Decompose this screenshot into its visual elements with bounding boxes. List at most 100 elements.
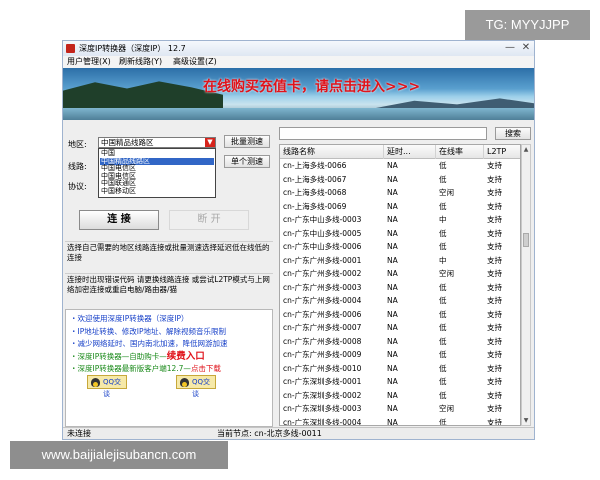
promo-banner[interactable]: 在线购买充值卡，请点击进入>>>: [63, 68, 534, 120]
table-row[interactable]: cn-广东广州多线-0006 NA 低 支持: [280, 308, 520, 322]
banner-buy-link[interactable]: 在线购买充值卡，请点击进入>>>: [203, 78, 420, 96]
table-row[interactable]: cn-广东广州多线-0001 NA 中 支持: [280, 254, 520, 268]
menu-bar: 用户管理(X) 刷新线路(Y) 高级设置(Z): [63, 56, 534, 68]
dropdown-option[interactable]: 中国移动区: [100, 187, 214, 196]
cell-l2tp: 支持: [487, 336, 502, 346]
cell-l2tp: 支持: [487, 323, 502, 332]
info-line: ・减少网络延时、国内南北加速，降低网游加速: [70, 339, 228, 348]
table-scrollbar[interactable]: ▲ ▼: [521, 144, 531, 426]
cell-online-rate: 低: [439, 174, 447, 184]
menu-user-management[interactable]: 用户管理(X): [67, 57, 111, 67]
column-header-latency[interactable]: 延时...: [384, 145, 436, 159]
disconnect-button[interactable]: 断 开: [169, 210, 249, 230]
table-row[interactable]: cn-上海多线-0068 NA 空闲 支持: [280, 186, 520, 200]
region-dropdown-list: 中国 中国精品线路区 中国电信区 中国电信区 中国联通区 中国移动区: [98, 148, 216, 198]
tip-select-line: 选择自己需要的地区线路连接或批量测速选择延迟低在线低的连接: [65, 241, 273, 266]
table-row[interactable]: cn-广东广州多线-0008 NA 低 支持: [280, 335, 520, 349]
table-row[interactable]: cn-广东深圳多线-0003 NA 空闲 支持: [280, 402, 520, 416]
table-row[interactable]: cn-广东广州多线-0009 NA 低 支持: [280, 348, 520, 362]
search-button[interactable]: 搜索: [495, 127, 531, 140]
qq-chat-button-2[interactable]: QQ交谈: [176, 375, 216, 398]
cell-line-name: cn-广东深圳多线-0004: [283, 417, 362, 426]
cell-online-rate: 低: [439, 323, 447, 332]
cell-l2tp: 支持: [487, 404, 502, 413]
cell-online-rate: 低: [439, 161, 447, 170]
cell-line-name: cn-广东广州多线-0003: [283, 282, 362, 292]
server-line-table: 线路名称 延时... 在线率 L2TP cn-上海多线-0066 NA 低支持 cn-…: [279, 144, 521, 426]
scroll-up-icon[interactable]: ▲: [522, 145, 530, 154]
single-speed-test-button[interactable]: 单个测速: [224, 155, 270, 168]
table-row[interactable]: cn-广东广州多线-0004 NA 低 支持: [280, 294, 520, 308]
table-row[interactable]: cn-广东中山多线-0005 NA 低 支持: [280, 227, 520, 241]
table-row[interactable]: cn-上海多线-0067 NA 低 支持: [280, 173, 520, 187]
table-row[interactable]: cn-上海多线-0069 NA 低 支持: [280, 200, 520, 214]
region-label: 地区:: [68, 140, 87, 149]
cell-line-name: cn-广东中山多线-0006: [283, 242, 362, 251]
table-row[interactable]: cn-广东中山多线-0003 NA 中 支持: [280, 213, 520, 227]
cell-online-rate: 低: [439, 363, 447, 373]
cell-l2tp: 支持: [487, 282, 502, 292]
tip-error-help: 连接时出现错误代码 请更换线路连接 或尝试L2TP模式与上网络加密连接或重启电脑…: [65, 273, 273, 298]
table-row[interactable]: cn-广东中山多线-0006 NA 低 支持: [280, 240, 520, 254]
cell-latency: NA: [387, 404, 398, 413]
cell-line-name: cn-广东中山多线-0003: [283, 215, 362, 224]
table-row[interactable]: cn-广东广州多线-0002 NA 空闲 支持: [280, 267, 520, 281]
scroll-down-icon[interactable]: ▼: [522, 416, 530, 425]
qq-chat-button-1[interactable]: QQ交谈: [87, 375, 127, 398]
cell-line-name: cn-上海多线-0068: [283, 188, 347, 197]
column-header-l2tp[interactable]: L2TP: [484, 145, 520, 159]
app-window: 深度IP转换器（深度IP） 12.7 — ✕ 用户管理(X) 刷新线路(Y) 高…: [62, 40, 535, 440]
info-line: ・IP地址转换、修改IP地址、解除视频音乐限制: [70, 326, 226, 336]
cell-online-rate: 空闲: [439, 269, 454, 278]
cell-line-name: cn-广东深圳多线-0002: [283, 390, 362, 400]
table-row[interactable]: cn-广东深圳多线-0001 NA 低 支持: [280, 375, 520, 389]
cell-latency: NA: [387, 323, 398, 332]
cell-line-name: cn-广东广州多线-0002: [283, 269, 362, 278]
table-row[interactable]: cn-广东深圳多线-0002 NA 低 支持: [280, 389, 520, 403]
table-header: 线路名称 延时... 在线率 L2TP: [280, 145, 520, 159]
table-row[interactable]: cn-广东深圳多线-0004 NA 低 支持: [280, 416, 520, 426]
table-row[interactable]: cn-广东广州多线-0003 NA 低 支持: [280, 281, 520, 295]
cell-line-name: cn-广东广州多线-0004: [283, 296, 362, 305]
chevron-down-icon[interactable]: ▼: [205, 138, 215, 147]
table-row[interactable]: cn-上海多线-0066 NA 低 支持: [280, 159, 520, 173]
info-box: ・欢迎使用深度IP转换器（深度IP） ・IP地址转换、修改IP地址、解除视频音乐…: [65, 309, 273, 427]
cell-l2tp: 支持: [487, 309, 502, 319]
cell-l2tp: 支持: [487, 201, 502, 211]
menu-refresh-lines[interactable]: 刷新线路(Y): [119, 57, 162, 67]
connect-button[interactable]: 连 接: [79, 210, 159, 230]
scroll-thumb[interactable]: [523, 233, 529, 247]
buy-card-line: ・深度IP转换器—自助购卡—续费入口: [70, 351, 268, 364]
cell-latency: NA: [387, 282, 398, 292]
cell-latency: NA: [387, 215, 398, 224]
renew-link[interactable]: 续费入口: [167, 351, 205, 362]
menu-advanced-settings[interactable]: 高级设置(Z): [173, 57, 217, 67]
cell-line-name: cn-广东广州多线-0007: [283, 323, 362, 332]
download-link[interactable]: 点击下载: [191, 364, 221, 373]
cell-l2tp: 支持: [487, 363, 502, 373]
download-text: ・深度IP转换器最新版客户端12.7—: [70, 364, 191, 373]
cell-latency: NA: [387, 350, 398, 359]
cell-latency: NA: [387, 255, 398, 265]
table-row[interactable]: cn-广东广州多线-0010 NA 低 支持: [280, 362, 520, 376]
close-button[interactable]: ✕: [519, 42, 533, 54]
cell-l2tp: 支持: [487, 161, 502, 170]
region-select[interactable]: 中国精品线路区 ▼: [98, 137, 216, 148]
cell-line-name: cn-广东广州多线-0006: [283, 309, 362, 319]
cell-latency: NA: [387, 201, 398, 211]
column-header-line-name[interactable]: 线路名称: [280, 145, 384, 159]
cell-latency: NA: [387, 242, 398, 251]
cell-latency: NA: [387, 228, 398, 238]
search-input[interactable]: [279, 127, 487, 140]
table-row[interactable]: cn-广东广州多线-0007 NA 低 支持: [280, 321, 520, 335]
minimize-button[interactable]: —: [503, 42, 517, 54]
cell-latency: NA: [387, 377, 398, 386]
cell-line-name: cn-上海多线-0066: [283, 161, 347, 170]
cell-online-rate: 低: [439, 350, 447, 359]
cell-line-name: cn-广东深圳多线-0003: [283, 404, 362, 413]
batch-speed-test-button[interactable]: 批量测速: [224, 135, 270, 148]
column-header-online-rate[interactable]: 在线率: [436, 145, 484, 159]
title-bar[interactable]: 深度IP转换器（深度IP） 12.7 — ✕: [63, 41, 534, 56]
cell-online-rate: 低: [439, 390, 447, 400]
line-label: 线路:: [68, 162, 87, 171]
